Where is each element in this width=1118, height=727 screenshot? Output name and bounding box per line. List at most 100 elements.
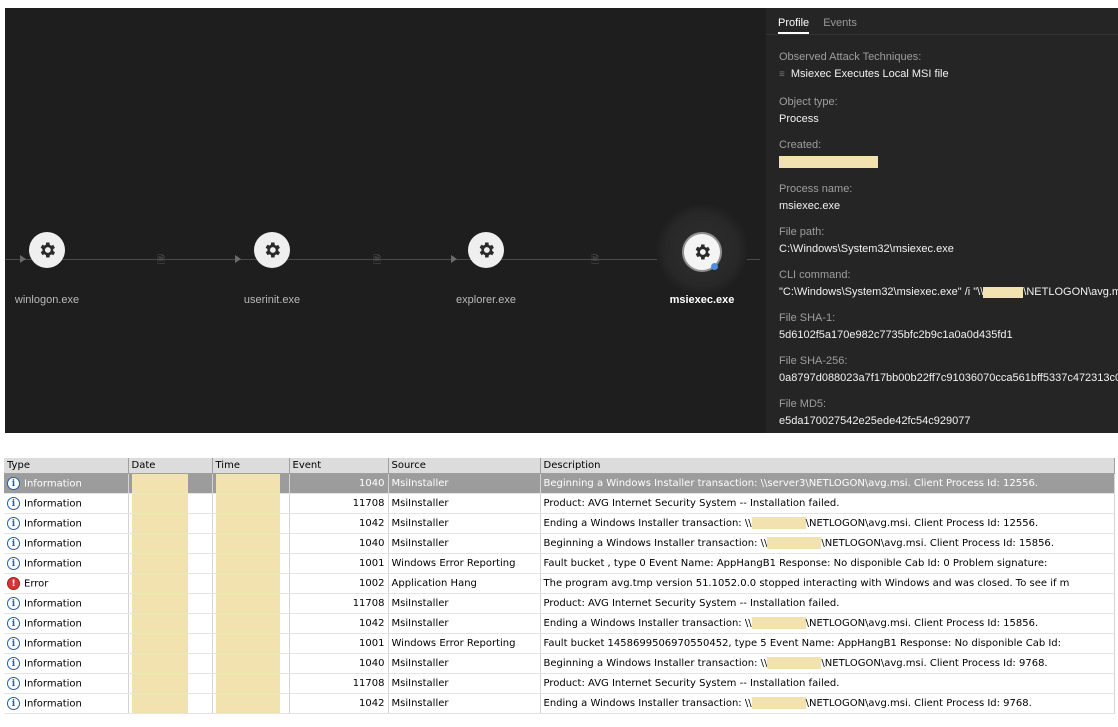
event-type: Information	[24, 498, 82, 509]
table-row[interactable]: ! Error 1002 Application Hang The program av…	[4, 573, 1115, 594]
process-node-explorer[interactable]: explorer.exe	[456, 232, 516, 306]
cell-description: Beginning a Windows Installer transactio…	[540, 533, 1115, 554]
event-description: Beginning a Windows Installer transactio…	[543, 658, 768, 669]
column-header-description[interactable]: Description	[540, 458, 1115, 474]
cell-time	[212, 633, 290, 654]
attack-technique[interactable]: Msiexec Executes Local MSI file	[791, 68, 949, 80]
table-header: Type Date Time⁄ Event Source Description	[4, 458, 1115, 474]
cell-description: Beginning a Windows Installer transactio…	[540, 473, 1115, 494]
table-row[interactable]: i Information 1001 Windows Error Reporting F…	[4, 553, 1115, 574]
info-icon: i	[7, 676, 20, 690]
redacted-value	[215, 653, 280, 672]
cell-description: The program avg.tmp version 51.1052.0.0 …	[540, 573, 1115, 594]
redacted-value	[751, 697, 806, 709]
table-row[interactable]: i Information 1042 MsiInstaller Ending a Win…	[4, 693, 1115, 714]
error-icon: !	[7, 576, 20, 590]
column-header-type[interactable]: Type	[4, 458, 129, 474]
redacted-value	[131, 513, 188, 532]
cell-time	[212, 533, 290, 554]
redacted-value	[131, 553, 188, 572]
redacted-value	[131, 613, 188, 632]
field-value: 0a8797d088023a7f17bb00b22ff7c91036070cca…	[779, 372, 1118, 384]
redacted-value	[751, 517, 806, 529]
cell-event: 1040	[289, 473, 389, 494]
table-row[interactable]: i Information 1040 MsiInstaller Beginning a …	[4, 473, 1115, 494]
cell-source: MsiInstaller	[388, 593, 541, 614]
gear-icon	[40, 242, 55, 258]
cell-time	[212, 693, 290, 714]
file-icon: 🗎	[373, 255, 382, 266]
column-header-label: Time	[215, 459, 240, 471]
table-row[interactable]: i Information 1042 MsiInstaller Ending a Win…	[4, 513, 1115, 534]
cell-source: Application Hang	[388, 573, 541, 594]
info-icon: i	[7, 536, 20, 550]
cell-description: Ending a Windows Installer transaction: …	[540, 513, 1115, 534]
cell-event: 1040	[289, 653, 389, 674]
info-icon: i	[7, 616, 20, 630]
redacted-value	[767, 657, 822, 669]
table-row[interactable]: i Information 1042 MsiInstaller Ending a Win…	[4, 613, 1115, 634]
field-cli-command: CLI command: "C:\Windows\System32\msiexe…	[779, 269, 1118, 298]
redacted-value	[131, 653, 188, 672]
field-file-path: File path: C:\Windows\System32\msiexec.e…	[779, 226, 1118, 255]
process-node-winlogon[interactable]: winlogon.exe	[15, 232, 79, 306]
table-row[interactable]: i Information 11708 MsiInstaller Product: AV…	[4, 593, 1115, 614]
tab-events[interactable]: Events	[823, 17, 857, 34]
event-description: Ending a Windows Installer transaction: …	[543, 618, 752, 629]
redacted-value	[215, 613, 280, 632]
tab-profile[interactable]: Profile	[778, 17, 810, 34]
cell-event: 11708	[289, 673, 389, 694]
process-node-msiexec[interactable]: msiexec.exe	[656, 204, 748, 306]
field-value: e5da170027542e25ede42fc54c929077	[779, 415, 971, 427]
event-type: Information	[24, 678, 82, 689]
cell-time	[212, 473, 290, 494]
redacted-value	[215, 593, 280, 612]
table-row[interactable]: i Information 1001 Windows Error Reporting F…	[4, 633, 1115, 654]
table-row[interactable]: i Information 11708 MsiInstaller Product: AV…	[4, 493, 1115, 514]
cell-description: Ending a Windows Installer transaction: …	[540, 693, 1115, 714]
cell-description: Fault bucket 1458699506970550452, type 5…	[540, 633, 1115, 654]
node-label: winlogon.exe	[14, 294, 80, 306]
redacted-value	[751, 617, 806, 629]
event-description: Product: AVG Internet Security System --…	[543, 597, 840, 609]
cell-date	[128, 493, 213, 514]
event-description: Product: AVG Internet Security System --…	[543, 497, 840, 509]
gear-icon	[265, 242, 280, 258]
column-header-source[interactable]: Source	[388, 458, 541, 474]
cell-event: 1040	[289, 533, 389, 554]
event-description: \NETLOGON\avg.msi. Client Process Id: 15…	[821, 538, 1054, 549]
field-object-type: Object type: Process	[779, 96, 1118, 125]
event-type: Information	[24, 658, 82, 669]
event-log-table: Type Date Time⁄ Event Source Description…	[4, 458, 1118, 727]
process-node-userinit[interactable]: userinit.exe	[244, 232, 300, 306]
table-row[interactable]: i Information 1040 MsiInstaller Beginning a …	[4, 653, 1115, 674]
column-header-event[interactable]: Event	[289, 458, 389, 474]
cell-event: 11708	[289, 493, 389, 514]
cell-source: MsiInstaller	[388, 533, 541, 554]
redacted-value	[131, 673, 188, 692]
field-sha1: File SHA-1: 5d6102f5a170e982c7735bfc2b9c…	[779, 312, 1118, 341]
column-header-time[interactable]: Time⁄	[212, 458, 290, 474]
column-header-date[interactable]: Date	[128, 458, 213, 474]
event-description: The program avg.tmp version 51.1052.0.0 …	[543, 577, 1070, 589]
cell-source: MsiInstaller	[388, 613, 541, 634]
cell-source: MsiInstaller	[388, 673, 541, 694]
graph-edge	[5, 259, 760, 260]
redacted-value	[215, 513, 280, 532]
redacted-value	[779, 156, 878, 169]
node-label: userinit.exe	[243, 294, 301, 306]
redacted-value	[215, 553, 280, 572]
cell-date	[128, 613, 213, 634]
cell-type: i Information	[4, 613, 129, 634]
redacted-value	[215, 493, 280, 512]
redacted-value	[131, 473, 188, 492]
table-row[interactable]: i Information 1040 MsiInstaller Beginning a …	[4, 533, 1115, 554]
field-label: File SHA-1:	[779, 312, 836, 324]
event-description: Product: AVG Internet Security System --…	[543, 677, 840, 689]
table-row[interactable]: i Information 11708 MsiInstaller Product: AV…	[4, 673, 1115, 694]
cell-type: i Information	[4, 493, 129, 514]
cell-type: i Information	[4, 533, 129, 554]
redacted-value	[215, 533, 280, 552]
field-attack-techniques: Observed Attack Techniques: ≡ Msiexec Exe…	[779, 51, 1118, 80]
cell-source: MsiInstaller	[388, 653, 541, 674]
